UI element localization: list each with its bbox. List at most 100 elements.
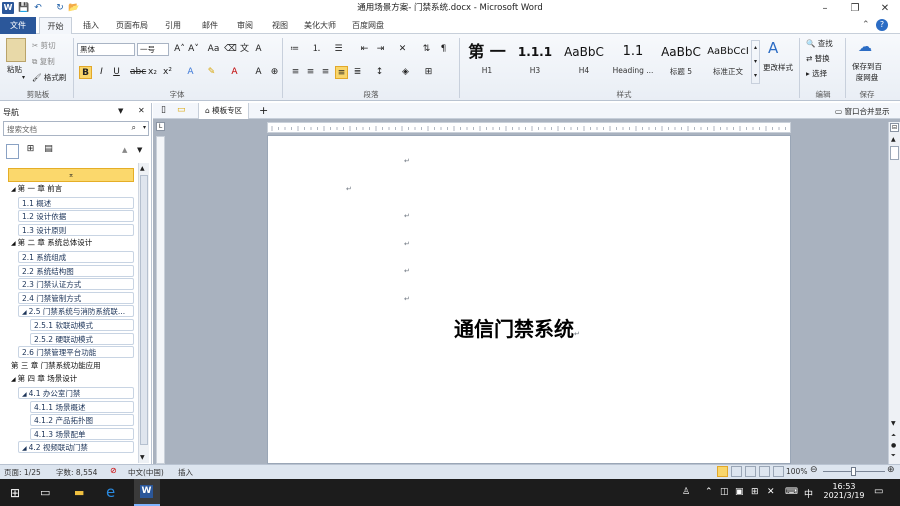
- nav-heading-item[interactable]: 第 三 章 门禁系统功能应用: [8, 360, 134, 372]
- style-standard-body[interactable]: AaBbCcI 标准正文: [706, 38, 750, 84]
- redo-icon[interactable]: ↻: [54, 2, 66, 14]
- tab-insert[interactable]: 插入: [76, 17, 106, 34]
- nav-heading-item[interactable]: ◢ 第 二 章 系统总体设计: [8, 237, 134, 249]
- print-layout-icon[interactable]: [717, 466, 728, 477]
- template-zone-tab[interactable]: ⌂ 模板专区: [198, 103, 250, 119]
- network-icon[interactable]: ◫: [720, 487, 729, 497]
- nav-heading-item[interactable]: ◢ 第 一 章 前言: [8, 183, 134, 195]
- underline-button[interactable]: U: [110, 66, 123, 79]
- fullscreen-read-icon[interactable]: [731, 466, 742, 477]
- nav-heading-item[interactable]: ◢ 4.1 办公室门禁: [18, 387, 134, 399]
- distributed-icon[interactable]: ≣: [351, 66, 364, 79]
- scroll-thumb[interactable]: [890, 146, 899, 160]
- nav-close-icon[interactable]: ✕: [138, 106, 145, 115]
- paste-dropdown-icon[interactable]: ▾: [22, 74, 25, 81]
- nav-heading-item[interactable]: 2.4 门禁管制方式: [18, 291, 134, 304]
- shading-icon[interactable]: ◈: [399, 66, 412, 79]
- save-icon[interactable]: 💾: [18, 2, 30, 14]
- clock[interactable]: 16:53 2021/3/19: [820, 482, 868, 500]
- subscript-button[interactable]: x₂: [146, 66, 159, 79]
- tab-baidu-pan[interactable]: 百度网盘: [348, 17, 388, 34]
- tab-mailings[interactable]: 邮件: [195, 17, 225, 34]
- nav-heading-item[interactable]: 2.3 门禁认证方式: [18, 278, 134, 291]
- font-size-combo[interactable]: 一号: [137, 43, 169, 56]
- expand-arrow-icon[interactable]: ◢: [11, 186, 16, 193]
- nav-heading-item[interactable]: 2.5.2 硬联动模式: [30, 332, 134, 345]
- text-effect-icon[interactable]: A: [184, 66, 197, 79]
- nav-headings-view-icon[interactable]: [6, 144, 19, 159]
- copy-button[interactable]: ⧉ 复制: [32, 56, 55, 67]
- change-styles-button[interactable]: 更改样式: [763, 62, 793, 73]
- zoom-out-icon[interactable]: ⊖: [810, 465, 818, 475]
- scroll-up-icon[interactable]: ▲: [891, 136, 896, 143]
- expand-arrow-icon[interactable]: ◢: [22, 445, 27, 452]
- word-count[interactable]: 字数: 8,554: [56, 467, 97, 478]
- word-taskbar-button[interactable]: W: [134, 479, 160, 506]
- numbering-icon[interactable]: ⒈: [310, 43, 323, 56]
- style-h1[interactable]: 第 一 H1: [464, 38, 510, 84]
- decrease-indent-icon[interactable]: ⇤: [358, 43, 371, 56]
- page-count[interactable]: 页面: 1/25: [4, 467, 41, 478]
- nav-heading-item[interactable]: 4.1.2 产品拓扑图: [30, 414, 134, 427]
- document-scrollbar[interactable]: ⊟ ▲ ▼ ⏶ ● ⏷: [888, 122, 900, 464]
- notification-icon[interactable]: ▭: [874, 486, 883, 497]
- style-title5[interactable]: AaBbC 标题 5: [658, 38, 704, 84]
- paste-button[interactable]: 粘贴: [7, 64, 22, 75]
- align-right-icon[interactable]: ≡: [319, 66, 332, 79]
- nav-scrollbar[interactable]: ▲ ▼: [138, 163, 149, 463]
- tab-beautify[interactable]: 美化大师: [300, 17, 340, 34]
- save-to-baidu-button[interactable]: 保存到百 度网盘: [850, 61, 884, 83]
- change-case-icon[interactable]: Aa: [207, 43, 220, 56]
- tab-file[interactable]: 文件: [0, 17, 36, 34]
- enclosed-char-icon[interactable]: ⊕: [268, 66, 281, 79]
- superscript-button[interactable]: x²: [161, 66, 174, 79]
- italic-button[interactable]: I: [95, 66, 108, 79]
- bold-button[interactable]: B: [79, 66, 92, 79]
- style-h4[interactable]: AaBbC H4: [560, 38, 608, 84]
- grow-font-icon[interactable]: A˄: [173, 43, 186, 56]
- minimize-button[interactable]: –: [810, 0, 840, 17]
- expand-arrow-icon[interactable]: ◢: [22, 309, 27, 316]
- nav-heading-item[interactable]: 2.6 门禁管理平台功能: [18, 346, 134, 359]
- expand-arrow-icon[interactable]: ◢: [11, 376, 16, 383]
- nav-options-icon[interactable]: ▼: [118, 107, 123, 115]
- ie-browser-icon[interactable]: e: [106, 483, 115, 501]
- styles-scroll-icon[interactable]: ▴ ▾ ▾: [751, 40, 760, 84]
- format-painter-button[interactable]: 🖌 格式刷: [32, 72, 66, 83]
- nav-heading-item[interactable]: ◢ 第 四 章 场景设计: [8, 373, 134, 385]
- nav-heading-item[interactable]: 1.3 设计原则: [18, 223, 134, 236]
- nav-heading-item[interactable]: 4.1.3 场景配单: [30, 427, 134, 440]
- ruler-toggle-icon[interactable]: L: [156, 122, 165, 131]
- word-app-icon[interactable]: W: [2, 2, 14, 14]
- nav-heading-item[interactable]: 1.1 概述: [18, 196, 134, 209]
- close-button[interactable]: ✕: [870, 0, 900, 17]
- nav-heading-item[interactable]: 4.1.1 场景概述: [30, 400, 134, 413]
- nav-next-icon[interactable]: ▼: [137, 146, 142, 154]
- char-shading-icon[interactable]: A: [252, 66, 265, 79]
- shrink-font-icon[interactable]: A˅: [187, 43, 200, 56]
- language[interactable]: 中文(中国): [128, 467, 164, 478]
- prev-page-icon[interactable]: ⏶: [891, 432, 896, 440]
- zoom-in-icon[interactable]: ⊕: [887, 465, 895, 475]
- draft-view-icon[interactable]: [773, 466, 784, 477]
- expand-arrow-icon[interactable]: ◢: [22, 391, 27, 398]
- nav-heading-item[interactable]: 2.2 系统结构图: [18, 264, 134, 277]
- volume-icon[interactable]: ✕: [767, 487, 775, 497]
- tab-review[interactable]: 审阅: [230, 17, 260, 34]
- align-left-icon[interactable]: ≡: [289, 66, 302, 79]
- restore-button[interactable]: ❐: [840, 0, 870, 17]
- tab-references[interactable]: 引用: [158, 17, 188, 34]
- nav-scroll-thumb[interactable]: [140, 175, 148, 445]
- nav-collapse-all-icon[interactable]: ⌅: [8, 168, 134, 182]
- windows-start-icon[interactable]: ⊞: [10, 486, 20, 500]
- change-styles-icon[interactable]: A: [768, 39, 778, 57]
- ruler-view-icon[interactable]: ⊟: [890, 123, 899, 132]
- bullets-icon[interactable]: ≔: [288, 43, 301, 56]
- nav-heading-item[interactable]: 2.5.1 软联动模式: [30, 319, 134, 331]
- char-border-icon[interactable]: A: [252, 43, 265, 56]
- zoom-level[interactable]: 100%: [786, 467, 807, 476]
- paste-icon[interactable]: [6, 38, 26, 62]
- nav-heading-item[interactable]: ◢ 4.2 视频联动门禁: [18, 441, 134, 454]
- find-button[interactable]: 🔍 查找: [806, 38, 833, 49]
- sort-icon[interactable]: ⇅: [420, 43, 433, 56]
